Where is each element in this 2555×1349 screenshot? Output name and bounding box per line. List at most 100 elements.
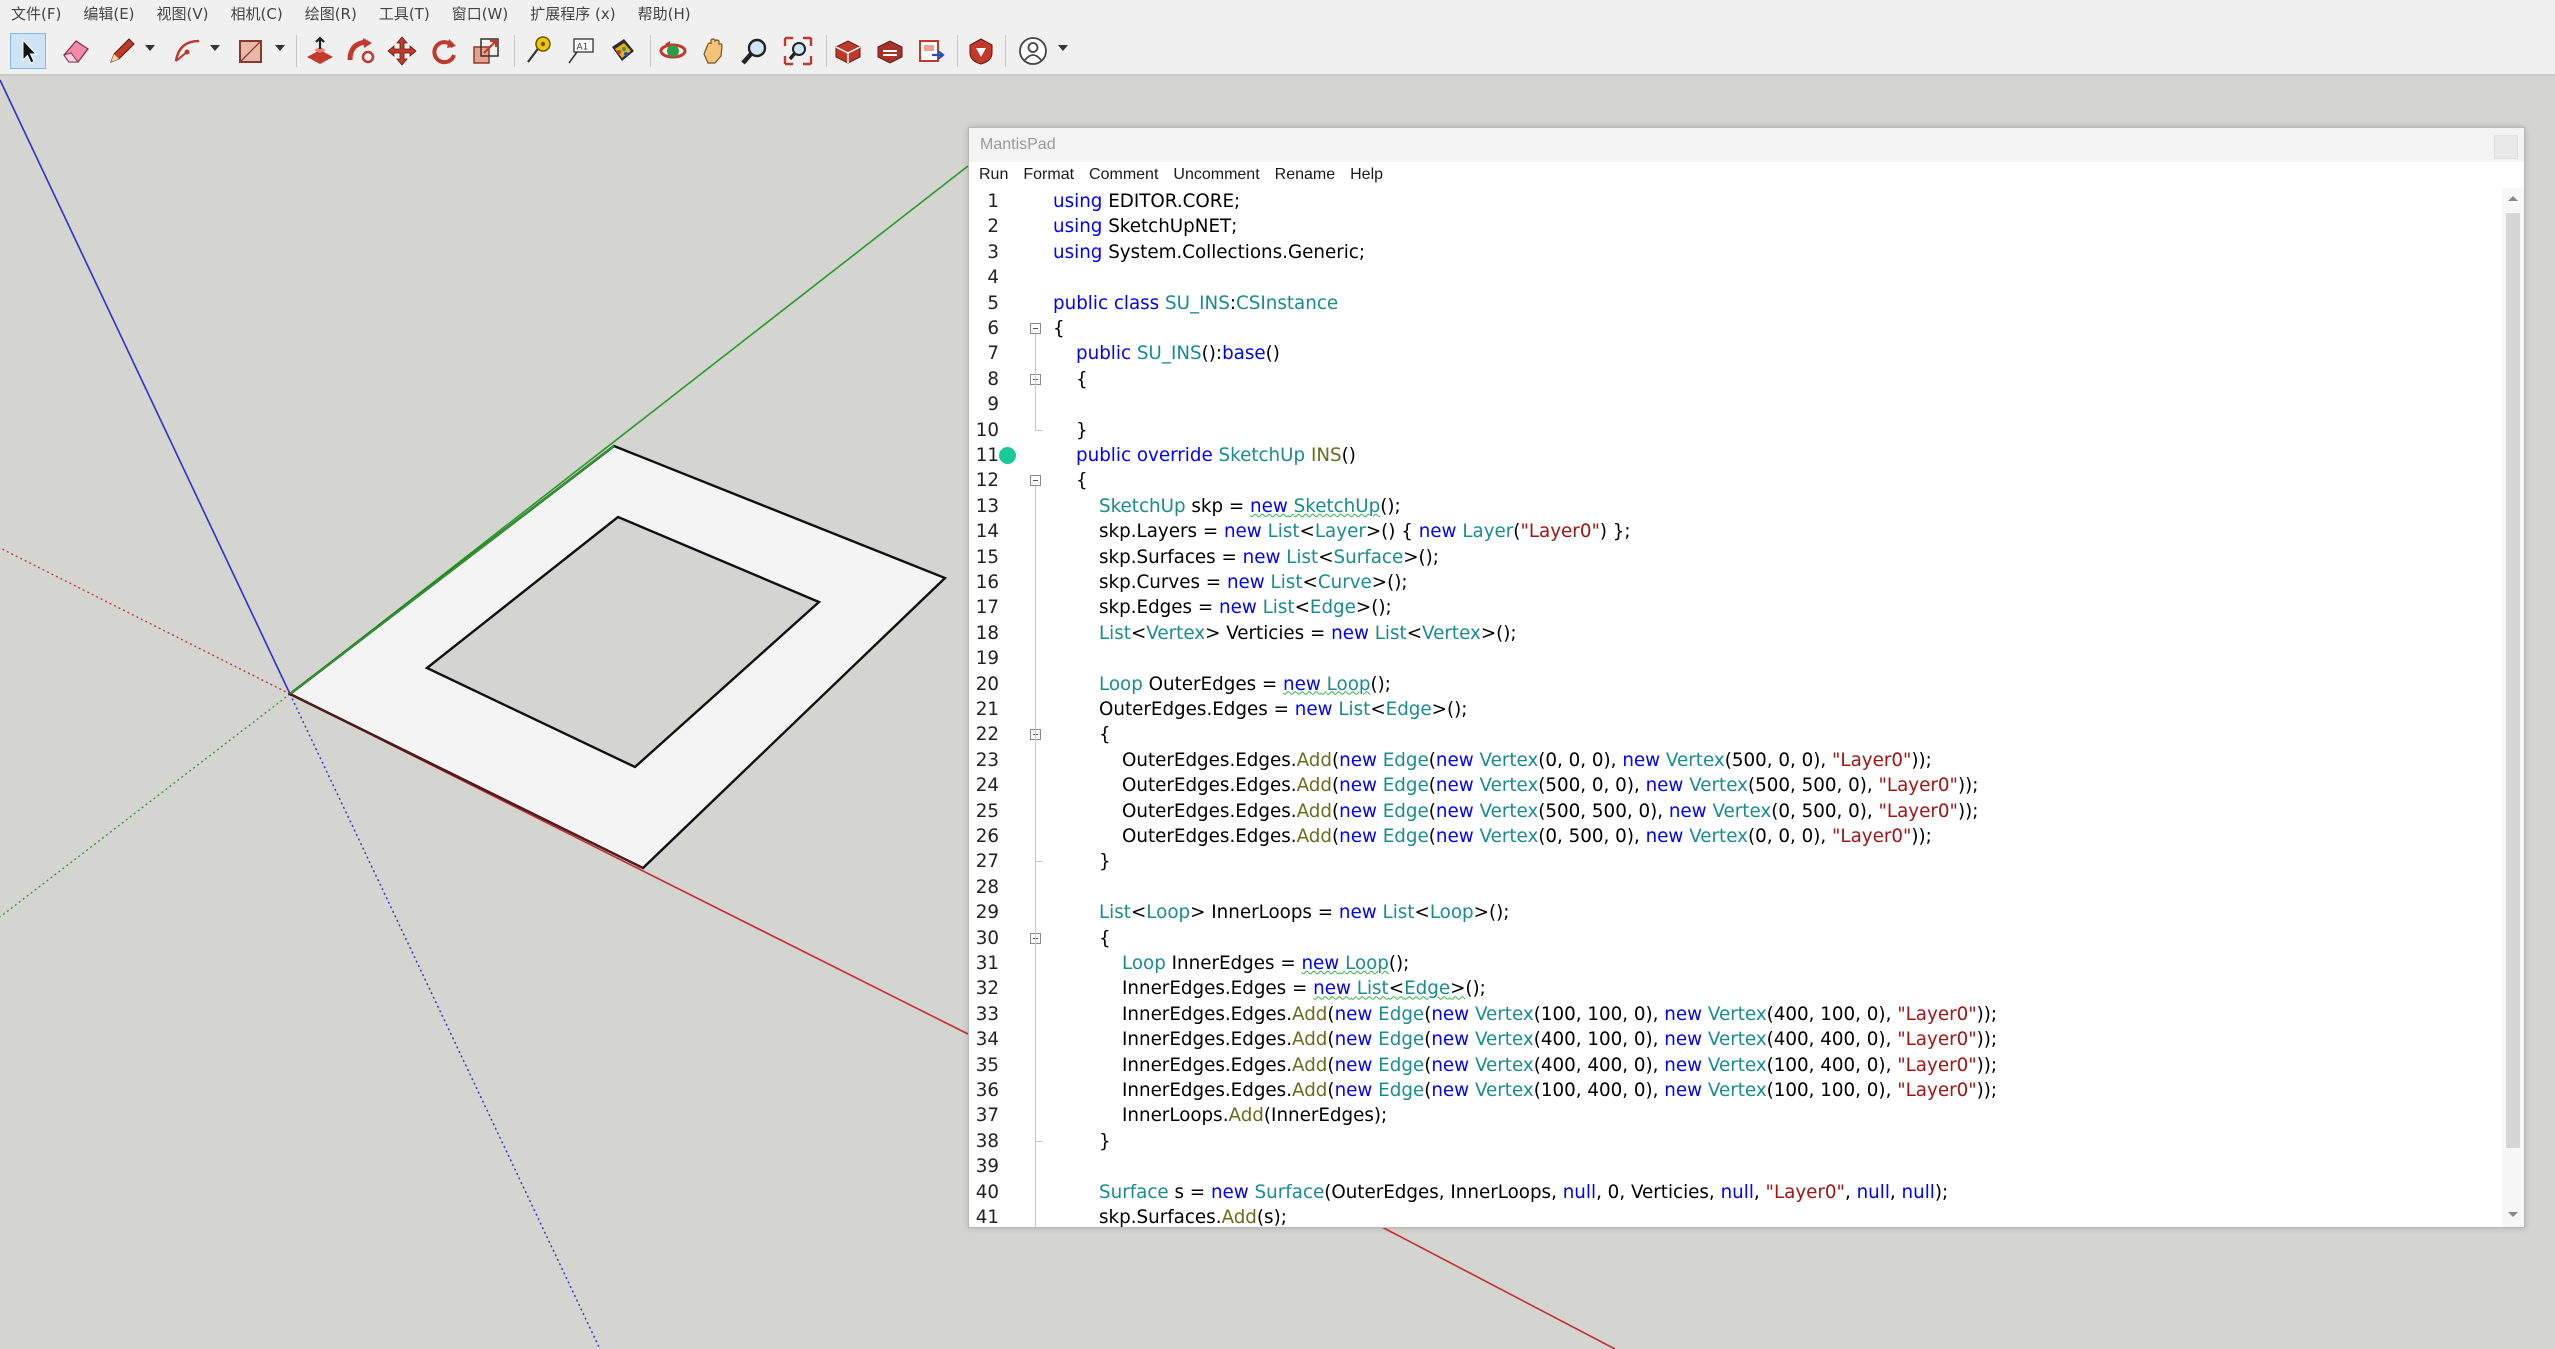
code-line[interactable]: 39 <box>969 1154 2502 1179</box>
menu-edit[interactable]: 编辑(E) <box>72 0 145 29</box>
menu-comment[interactable]: Comment <box>1079 166 1158 184</box>
scale-tool-icon[interactable] <box>468 33 504 69</box>
orbit-tool-icon[interactable] <box>655 33 691 69</box>
code-line[interactable]: 2 using SketchUpNET; <box>969 214 2502 239</box>
code-line[interactable]: 4 <box>969 265 2502 290</box>
menu-help[interactable]: 帮助(H) <box>627 0 702 29</box>
code-token: using <box>1053 216 1103 238</box>
menu-draw[interactable]: 绘图(R) <box>294 0 368 29</box>
code-line[interactable]: 34 InnerEdges.Edges.Add(new Edge(new Vert… <box>969 1027 2502 1052</box>
scroll-up-icon[interactable] <box>2508 196 2518 201</box>
code-line[interactable]: 30 { <box>969 926 2502 951</box>
code-line[interactable]: 21 OuterEdges.Edges = new List<Edge>(); <box>969 697 2502 722</box>
code-line[interactable]: 35 InnerEdges.Edges.Add(new Edge(new Vert… <box>969 1053 2502 1078</box>
rectangle-dropdown-icon[interactable] <box>275 45 285 51</box>
code-line[interactable]: 3 using System.Collections.Generic; <box>969 240 2502 265</box>
scroll-down-icon[interactable] <box>2508 1212 2518 1217</box>
code-text: OuterEdges.Edges = new List<Edge>(); <box>1099 697 1467 722</box>
menu-window[interactable]: 窗口(W) <box>441 0 520 29</box>
code-line[interactable]: 19 <box>969 646 2502 671</box>
move-tool-icon[interactable] <box>384 33 420 69</box>
zoom-extents-tool-icon[interactable] <box>780 33 816 69</box>
code-line[interactable]: 36 InnerEdges.Edges.Add(new Edge(new Vert… <box>969 1078 2502 1103</box>
code-line[interactable]: 15 skp.Surfaces = new List<Surface>(); <box>969 545 2502 570</box>
send-to-layout-icon[interactable] <box>914 33 950 69</box>
3d-warehouse-icon[interactable] <box>830 33 866 69</box>
code-line[interactable]: 24 OuterEdges.Edges.Add(new Edge(new Vert… <box>969 773 2502 798</box>
code-token: "Layer0" <box>1520 521 1600 543</box>
push-pull-tool-icon[interactable] <box>302 33 338 69</box>
code-line[interactable]: 32 InnerEdges.Edges = new List<Edge>(); <box>969 976 2502 1001</box>
code-line[interactable]: 5 public class SU_INS:CSInstance <box>969 291 2502 316</box>
account-dropdown-icon[interactable] <box>1058 45 1068 51</box>
code-line[interactable]: 20 Loop OuterEdges = new Loop(); <box>969 672 2502 697</box>
pan-tool-icon[interactable] <box>695 33 731 69</box>
code-line[interactable]: 41 skp.Surfaces.Add(s); <box>969 1205 2502 1227</box>
code-line[interactable]: 18 List<Vertex> Verticies = new List<Vert… <box>969 621 2502 646</box>
code-line[interactable]: 12 { <box>969 468 2502 493</box>
code-line[interactable]: 10} <box>969 418 2502 443</box>
code-line[interactable]: 29 List<Loop> InnerLoops = new List<Loop>… <box>969 900 2502 925</box>
account-profile-icon[interactable] <box>1015 33 1051 69</box>
menu-help[interactable]: Help <box>1340 166 1383 184</box>
eraser-tool-icon[interactable] <box>58 33 94 69</box>
follow-me-tool-icon[interactable] <box>343 33 379 69</box>
menu-camera[interactable]: 相机(C) <box>220 0 294 29</box>
select-tool-icon[interactable] <box>10 33 46 69</box>
code-line[interactable]: 1 using EDITOR.CORE; <box>969 189 2502 214</box>
menu-uncomment[interactable]: Uncomment <box>1163 166 1259 184</box>
code-line[interactable]: 38} <box>969 1129 2502 1154</box>
code-token: OuterEdges = <box>1142 673 1284 695</box>
code-line[interactable]: 16 skp.Curves = new List<Curve>(); <box>969 570 2502 595</box>
code-line[interactable]: 17 skp.Edges = new List<Edge>(); <box>969 595 2502 620</box>
pencil-line-tool-icon[interactable] <box>104 33 140 69</box>
code-token: public <box>1076 445 1132 466</box>
rotate-tool-icon[interactable] <box>426 33 462 69</box>
vertical-scrollbar[interactable] <box>2502 188 2524 1227</box>
zoom-tool-icon[interactable] <box>737 33 773 69</box>
arc-dropdown-icon[interactable] <box>210 45 220 51</box>
pencil-dropdown-icon[interactable] <box>145 45 155 51</box>
tape-measure-tool-icon[interactable] <box>520 33 556 69</box>
code-token: OuterEdges.Edges. <box>1122 749 1297 771</box>
menu-rename[interactable]: Rename <box>1265 166 1335 184</box>
arc-tool-icon[interactable] <box>169 33 205 69</box>
code-line[interactable]: 25 OuterEdges.Edges.Add(new Edge(new Vert… <box>969 799 2502 824</box>
rectangle-tool-icon[interactable] <box>233 33 269 69</box>
code-line[interactable]: 27} <box>969 849 2502 874</box>
code-line[interactable]: 28 <box>969 875 2502 900</box>
menu-tools[interactable]: 工具(T) <box>368 0 441 29</box>
code-line[interactable]: 23 OuterEdges.Edges.Add(new Edge(new Vert… <box>969 748 2502 773</box>
line-number: 3 <box>987 241 999 263</box>
menu-run[interactable]: Run <box>969 166 1008 184</box>
scrollbar-thumb[interactable] <box>2506 213 2520 1148</box>
menu-file[interactable]: 文件(F) <box>0 0 72 29</box>
paint-bucket-tool-icon[interactable] <box>604 33 640 69</box>
extension-manager-icon[interactable] <box>963 33 999 69</box>
menu-extensions[interactable]: 扩展程序 (x) <box>519 0 626 29</box>
code-line[interactable]: 13 SketchUp skp = new SketchUp(); <box>969 494 2502 519</box>
code-line[interactable]: 9 <box>969 392 2502 417</box>
code-line[interactable]: 37 InnerLoops.Add(InnerEdges); <box>969 1103 2502 1128</box>
code-line[interactable]: 31 Loop InnerEdges = new Loop(); <box>969 951 2502 976</box>
code-editor[interactable]: 1 using EDITOR.CORE; 2 using SketchUpNET; 3 u… <box>969 188 2502 1227</box>
code-line[interactable]: 7 public SU_INS():base() <box>969 341 2502 366</box>
text-tool-icon[interactable]: A1 <box>563 33 599 69</box>
code-line[interactable]: 40 Surface s = new Surface(OuterEdges, In… <box>969 1180 2502 1205</box>
code-token: Vertex <box>1479 775 1539 797</box>
line-number: 35 <box>975 1054 999 1076</box>
code-token: Add <box>1296 775 1332 797</box>
code-line[interactable]: 8{ <box>969 367 2502 392</box>
extension-warehouse-icon[interactable] <box>872 33 908 69</box>
code-line[interactable]: 22 { <box>969 722 2502 747</box>
code-line[interactable]: 11 public override SketchUp INS() <box>969 443 2502 468</box>
code-line[interactable]: 33 InnerEdges.Edges.Add(new Edge(new Vert… <box>969 1002 2502 1027</box>
menu-format[interactable]: Format <box>1013 166 1074 184</box>
code-line[interactable]: 6{ <box>969 316 2502 341</box>
code-line[interactable]: 26 OuterEdges.Edges.Add(new Edge(new Vert… <box>969 824 2502 849</box>
mantispad-titlebar[interactable]: MantisPad <box>969 128 2524 162</box>
close-icon[interactable] <box>2494 135 2518 159</box>
menu-view[interactable]: 视图(V) <box>146 0 220 29</box>
code-line[interactable]: 14 skp.Layers = new List<Layer>() { new L… <box>969 519 2502 544</box>
square-ring-surface[interactable] <box>287 444 948 870</box>
